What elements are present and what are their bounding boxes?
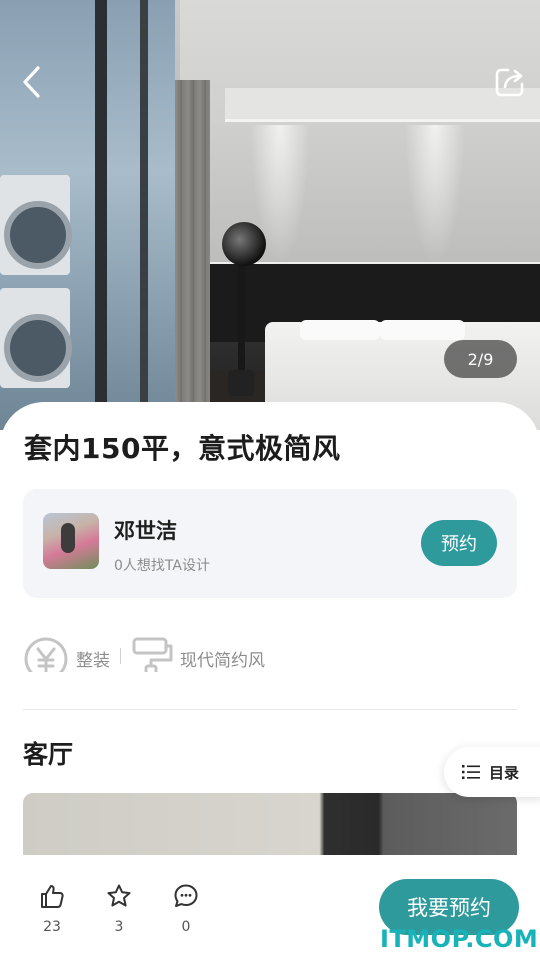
designer-card[interactable]: 邓世洁 0人想找TA设计 预约 <box>23 489 517 598</box>
room-photo[interactable] <box>23 793 517 855</box>
yuan-icon <box>24 637 68 672</box>
photo-lamp-pole <box>238 262 245 372</box>
comment-count: 0 <box>181 919 191 935</box>
list-icon <box>462 765 480 779</box>
reserve-button[interactable]: 预约 <box>421 520 497 566</box>
photo-washer <box>0 175 72 275</box>
comment-button[interactable]: 0 <box>166 883 206 935</box>
avatar[interactable] <box>43 513 99 569</box>
toc-label: 目录 <box>489 763 520 782</box>
tag-label: 整装 <box>76 651 110 671</box>
hero-photo[interactable]: 2/9 <box>0 0 540 430</box>
photo-spotlight <box>405 125 465 265</box>
photo-door-frame <box>95 0 107 430</box>
photo-door-frame <box>140 0 148 430</box>
photo-pillow <box>380 320 465 340</box>
watermark: ITMOP.COM <box>380 925 539 953</box>
section-title: 客厅 <box>23 740 74 769</box>
project-title: 套内150平，意式极简风 <box>24 432 341 465</box>
favorite-button[interactable]: 3 <box>99 883 139 935</box>
photo-lamp-base <box>228 370 254 396</box>
thumbs-up-icon <box>41 885 64 908</box>
designer-subtitle: 0人想找TA设计 <box>114 558 210 574</box>
photo-lamp-head <box>222 222 266 266</box>
roller-icon <box>132 637 173 672</box>
share-icon <box>495 68 524 97</box>
like-button[interactable]: 23 <box>32 883 72 935</box>
photo-pillow <box>300 320 380 340</box>
image-counter: 2/9 <box>444 340 517 378</box>
tag-separator <box>120 648 121 664</box>
comment-icon <box>174 884 198 907</box>
divider <box>23 709 517 710</box>
project-tags: 整装 现代简约风 <box>23 632 517 672</box>
photo-dryer <box>0 288 72 388</box>
favorite-count: 3 <box>114 919 124 935</box>
photo-curtain <box>170 80 210 410</box>
toc-button[interactable]: 目录 <box>444 747 540 797</box>
tag-label: 现代简约风 <box>180 651 265 671</box>
like-count: 23 <box>43 919 61 935</box>
share-button[interactable] <box>490 62 530 102</box>
chevron-left-icon <box>23 66 40 98</box>
star-icon <box>107 884 131 907</box>
designer-name[interactable]: 邓世洁 <box>114 515 177 545</box>
back-button[interactable] <box>12 62 52 102</box>
